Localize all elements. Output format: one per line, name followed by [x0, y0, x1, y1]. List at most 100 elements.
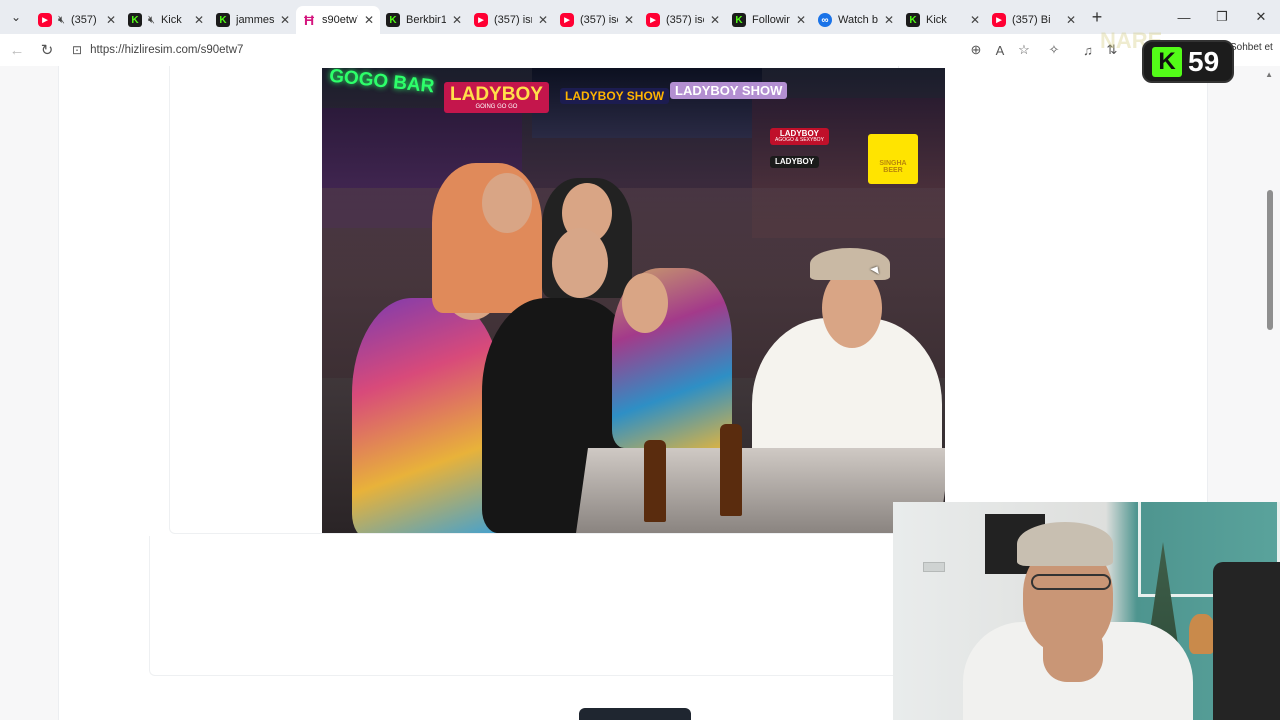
scroll-up-icon[interactable]: ▲ [1265, 70, 1273, 79]
kick-viewer-badge: K 59 [1142, 40, 1234, 83]
url-text[interactable]: https://hizliresim.com/s90etw7 [90, 44, 243, 56]
man-white-polo-face [822, 268, 882, 348]
tab-title: jammesk [236, 14, 274, 26]
tab-search-menu[interactable]: ⌄ [0, 0, 32, 34]
kick-icon: K [906, 13, 920, 27]
sign-ladyboy-black: LADYBOY [770, 156, 820, 168]
webcam-gingerbread-toy [1189, 614, 1215, 654]
sign-ladyboy-main: LADYBOY GOING GO GO [444, 82, 549, 113]
webcam-gaming-chair [1213, 562, 1280, 720]
muted-speaker-icon[interactable]: 🔇︎ [148, 14, 155, 27]
tab-close-icon[interactable]: ✕ [194, 13, 204, 27]
read-aloud-icon[interactable]: A [988, 38, 1012, 62]
youtube-icon: ▶ [560, 13, 574, 27]
tab-title: (357) ism [494, 14, 532, 26]
webcam-streamer-glasses [1031, 574, 1111, 590]
photo-table [576, 448, 945, 533]
arrow-left-icon: ← [9, 41, 25, 59]
tab-title: (357) [70, 14, 97, 26]
tabs-container: ▶ 🔇︎ (357) ✕ K 🔇︎ Kick ✕ Kjammesk ✕ Ħs90etw7. ✕ K Ber… [32, 0, 1082, 34]
chevron-down-icon: ⌄ [10, 10, 22, 24]
tab-title: (357) iso [580, 14, 618, 26]
tab-close-icon[interactable]: ✕ [538, 13, 548, 27]
tab-title: (357) iso [666, 14, 704, 26]
tab-close-icon[interactable]: ✕ [710, 13, 720, 27]
sign-singha-beer: SINGHA BEER [868, 134, 918, 184]
tab-title: Following [752, 14, 790, 26]
youtube-icon: ▶ [474, 13, 488, 27]
person-right-face [622, 273, 668, 333]
uploaded-photo[interactable]: GOGO BAR LADYBOY GOING GO GO LADYBOY SHOW… [322, 68, 945, 533]
tab-title: Berkbir1 [406, 14, 446, 26]
man-black-shirt-face [552, 228, 608, 298]
webcam-streamer-hand [1043, 622, 1103, 682]
media-control-icon[interactable]: ♫ [1076, 38, 1100, 62]
tab[interactable]: ∞ Watch bl ✕ [812, 6, 900, 34]
tab[interactable]: ▶ (357) iso ✕ [554, 6, 640, 34]
plus-icon: + [1091, 6, 1103, 27]
favorite-star-icon[interactable]: ☆ [1012, 38, 1036, 62]
maximize-button[interactable]: ❐ [1203, 0, 1241, 34]
tab[interactable]: K 🔇︎ Kick ✕ [122, 6, 210, 34]
tab-close-icon[interactable]: ✕ [1066, 13, 1076, 27]
kick-icon: K [732, 13, 746, 27]
scroll-thumb[interactable] [1267, 190, 1273, 330]
tab-title: Kick [926, 14, 947, 26]
sign-ladyboy-small: LADYBOY AGOGO & SEXYBOY [770, 128, 829, 145]
site-info-icon[interactable]: ⊡ [72, 43, 82, 57]
tab-close-icon[interactable]: ✕ [884, 13, 894, 27]
person-back-face [482, 173, 532, 233]
tab-title: Watch bl [838, 14, 878, 26]
tab[interactable]: K Kick ✕ [900, 6, 986, 34]
restore-icon: ❐ [1216, 9, 1228, 24]
kick-logo-icon: K [1152, 46, 1182, 77]
sign-ladyboy-small-sub: AGOGO & SEXYBOY [775, 137, 824, 143]
viewer-count: 59 [1188, 45, 1220, 77]
extensions-icon[interactable]: ✧ [1042, 38, 1066, 62]
tab-close-icon[interactable]: ✕ [364, 13, 374, 27]
tab-close-icon[interactable]: ✕ [796, 13, 806, 27]
minimize-button[interactable]: — [1165, 0, 1203, 34]
tab[interactable]: ▶ 🔇︎ (357) ✕ [32, 6, 122, 34]
back-button[interactable]: ← [2, 35, 32, 65]
kick-icon: K [128, 13, 142, 27]
address-bar[interactable]: ⊡ https://hizliresim.com/s90etw7 [64, 37, 1064, 63]
sign-ladyboy-show-1: LADYBOY SHOW [560, 88, 670, 104]
muted-speaker-icon[interactable]: 🔇︎ [58, 14, 65, 27]
tab[interactable]: Ħs90etw7. ✕ [296, 6, 380, 34]
webcam-streamer-cap [1017, 522, 1113, 566]
tab-close-icon[interactable]: ✕ [280, 13, 290, 27]
reload-button[interactable]: ↻ [32, 35, 62, 65]
tab[interactable]: K Following ✕ [726, 6, 812, 34]
tab[interactable]: ▶ (357) ism ✕ [468, 6, 554, 34]
close-window-button[interactable]: ✕ [1242, 0, 1280, 34]
kick-icon: K [216, 13, 230, 27]
tab-strip: ⌄ ▶ 🔇︎ (357) ✕ K 🔇︎ Kick ✕ Kjammesk ✕ Ħs90etw7. ✕ K B… [0, 0, 1280, 34]
youtube-icon: ▶ [38, 13, 52, 27]
youtube-icon: ▶ [646, 13, 660, 27]
beer-bottle-1 [644, 440, 666, 522]
zoom-icon[interactable]: ⊕ [964, 38, 988, 62]
tab-close-icon[interactable]: ✕ [624, 13, 634, 27]
tab-title: (357) Bi [1012, 14, 1051, 26]
hizliresim-icon: Ħ [303, 12, 315, 28]
tab[interactable]: ▶ (357) iso ✕ [640, 6, 726, 34]
tab[interactable]: ▶ (357) Bi ✕ [986, 6, 1082, 34]
beer-bottle-2 [720, 424, 742, 516]
tab-close-icon[interactable]: ✕ [452, 13, 462, 27]
browser-toolbar: ← ↻ ⊡ https://hizliresim.com/s90etw7 ⊕ A… [0, 34, 1280, 66]
sohbet-label[interactable]: Sohbet et [1230, 42, 1273, 53]
tab-title: s90etw7. [322, 14, 358, 26]
bottom-button[interactable] [579, 708, 691, 720]
lower-card [149, 536, 909, 676]
tab-close-icon[interactable]: ✕ [970, 13, 980, 27]
tab[interactable]: Kjammesk ✕ [210, 6, 296, 34]
person-left-dress [352, 298, 502, 533]
tab[interactable]: K Berkbir1 ✕ [380, 6, 468, 34]
copilot-icon: ∞ [818, 13, 832, 27]
close-icon: ✕ [1255, 9, 1267, 24]
webcam-wall-outlet [923, 562, 945, 572]
man-cap [810, 248, 890, 280]
sign-gogo-bar: GOGO BAR [328, 68, 436, 98]
tab-close-icon[interactable]: ✕ [106, 13, 116, 27]
